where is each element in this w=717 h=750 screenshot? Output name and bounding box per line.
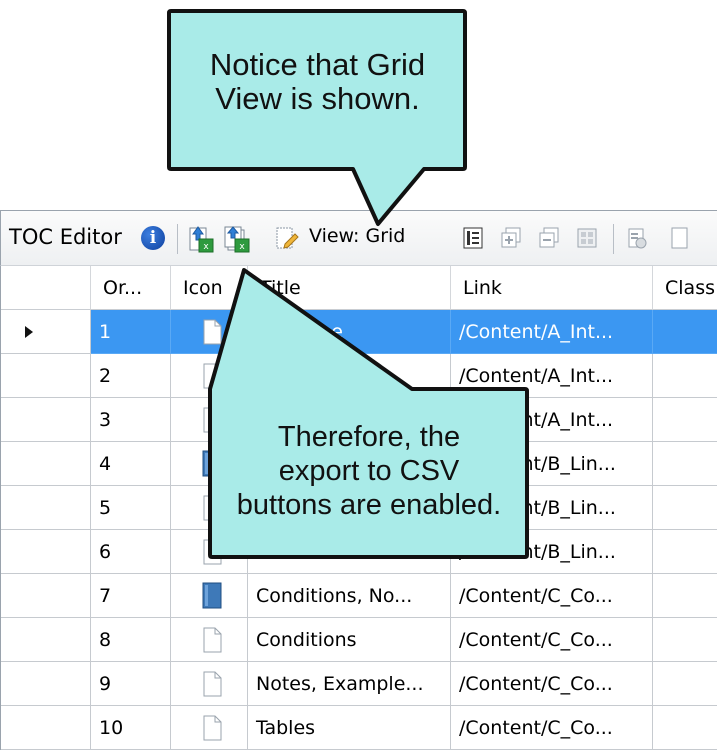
callout-bottom-line-1: Therefore, the [277,421,461,453]
callout-bottom-line-2: export to CSV [278,455,460,487]
callout-top-shape [167,9,467,226]
callout-top-text: Notice that Grid View is shown. [175,48,460,116]
callout-bottom-line-3: buttons are enabled. [236,489,502,521]
callout-bottom-text: Therefore, the export to CSV buttons are… [214,420,524,522]
callout-top-line-1: Notice that Grid [209,47,426,82]
callout-top-line-2: View is shown. [215,81,420,116]
